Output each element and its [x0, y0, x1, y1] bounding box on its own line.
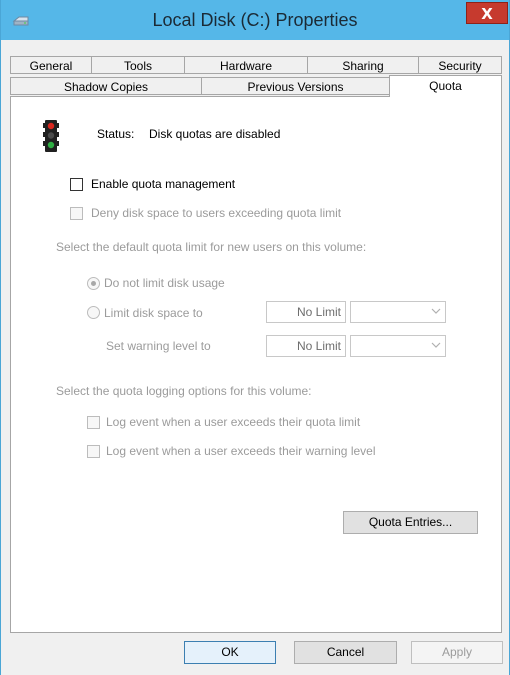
status-label: Status: [97, 127, 135, 141]
chevron-down-icon [431, 342, 441, 348]
enable-quota-label[interactable]: Enable quota management [91, 177, 235, 191]
tab-general[interactable]: General [10, 56, 92, 74]
cancel-button[interactable]: Cancel [294, 641, 397, 664]
status-value: Disk quotas are disabled [149, 127, 281, 141]
deny-disk-space-label[interactable]: Deny disk space to users exceeding quota… [91, 206, 341, 220]
window-title: Local Disk (C:) Properties [152, 10, 358, 30]
title-bar[interactable]: Local Disk (C:) Properties X [1, 0, 509, 40]
deny-disk-space-checkbox[interactable] [70, 207, 83, 220]
logging-heading: Select the quota logging options for thi… [56, 384, 312, 398]
tab-tools[interactable]: Tools [91, 56, 185, 74]
tab-label: Security [438, 59, 482, 73]
close-button[interactable]: X [466, 2, 508, 24]
apply-button[interactable]: Apply [411, 641, 503, 664]
limit-value-field[interactable]: No Limit [266, 301, 346, 323]
log-warning-level-label[interactable]: Log event when a user exceeds their warn… [106, 444, 376, 458]
close-icon: X [481, 5, 493, 23]
tab-shadow-copies[interactable]: Shadow Copies [10, 77, 202, 95]
limit-value-text: No Limit [296, 305, 341, 319]
properties-dialog: Local Disk (C:) Properties X General Too… [0, 0, 510, 675]
warning-level-label: Set warning level to [106, 339, 211, 353]
limit-unit-select[interactable] [350, 301, 446, 323]
tab-label: Tools [123, 59, 152, 73]
tab-label: Previous Versions [247, 80, 344, 94]
default-limit-heading: Select the default quota limit for new u… [56, 240, 367, 254]
no-limit-label[interactable]: Do not limit disk usage [104, 276, 225, 290]
log-quota-limit-label[interactable]: Log event when a user exceeds their quot… [106, 415, 360, 429]
no-limit-radio[interactable] [87, 277, 100, 290]
chevron-down-icon [431, 308, 441, 314]
tab-previous-versions[interactable]: Previous Versions [201, 77, 390, 95]
log-warning-level-checkbox[interactable] [87, 445, 100, 458]
radio-selected-dot [91, 281, 96, 286]
quota-entries-button[interactable]: Quota Entries... [343, 511, 478, 534]
log-quota-limit-checkbox[interactable] [87, 416, 100, 429]
warning-value-text: No Limit [296, 339, 341, 353]
tab-label: Shadow Copies [63, 80, 149, 94]
tab-label: Hardware [219, 59, 273, 73]
tab-hardware[interactable]: Hardware [184, 56, 308, 74]
limit-disk-space-label[interactable]: Limit disk space to [104, 306, 203, 320]
tab-security[interactable]: Security [418, 56, 502, 74]
warning-value-field[interactable]: No Limit [266, 335, 346, 357]
tab-quota[interactable]: Quota [389, 75, 502, 97]
tab-label: Sharing [342, 59, 384, 73]
limit-disk-space-radio[interactable] [87, 306, 100, 319]
tab-label: Quota [429, 79, 462, 93]
traffic-light-icon [43, 120, 59, 152]
warning-unit-select[interactable] [350, 335, 446, 357]
enable-quota-checkbox[interactable] [70, 178, 83, 191]
tab-sharing[interactable]: Sharing [307, 56, 419, 74]
quota-panel: Status: Disk quotas are disabled Enable … [10, 96, 502, 633]
ok-button[interactable]: OK [184, 641, 276, 664]
tab-label: General [29, 59, 73, 73]
